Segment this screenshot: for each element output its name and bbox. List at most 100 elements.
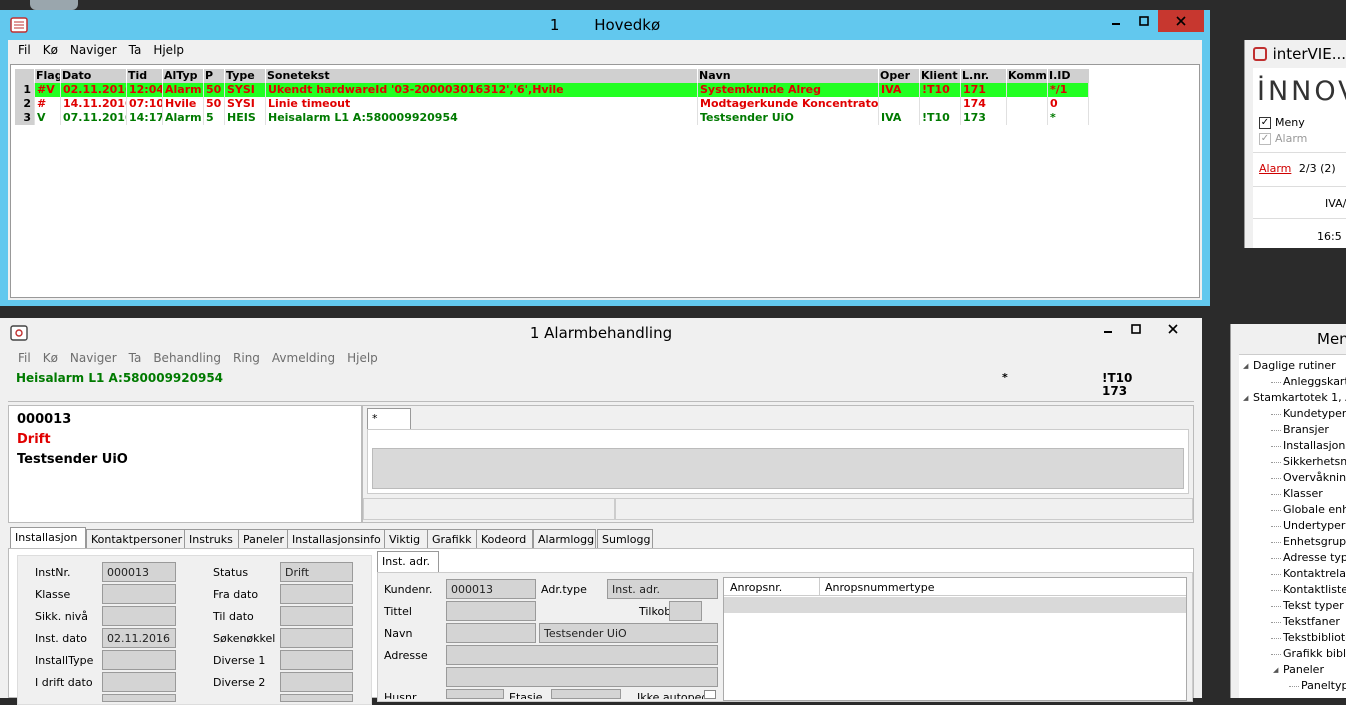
tree-item[interactable]: Enhetsgruppe <box>1271 535 1346 548</box>
field-installtype[interactable] <box>102 650 176 670</box>
expand-triangle-icon[interactable]: ◢ <box>1243 362 1248 370</box>
tab-inst-adr[interactable]: Inst. adr. <box>377 551 439 572</box>
tab-installasjon[interactable]: Installasjon <box>10 527 86 548</box>
field-i-drift-dato[interactable] <box>102 672 176 692</box>
anrop-grid[interactable]: Anropsnr. Anropsnummertype <box>723 577 1187 701</box>
tree-item[interactable]: Kontaktrelasj <box>1271 567 1346 580</box>
col-iid[interactable]: I.ID <box>1048 69 1089 83</box>
field-extra-left[interactable] <box>102 694 176 702</box>
tree-item[interactable]: Overvåknings <box>1271 471 1346 484</box>
table-row[interactable]: 2 #14.11.2016 07:10 Hvile 50 SYSI Linie timeou… <box>15 97 1089 111</box>
field-til-dato[interactable] <box>280 606 353 626</box>
col-anropsnr[interactable]: Anropsnr. <box>730 581 782 594</box>
field-status[interactable]: Drift <box>280 562 353 582</box>
tree-item[interactable]: ◢ Daglige rutiner <box>1243 359 1336 372</box>
field-tittel[interactable] <box>446 601 536 621</box>
menu-fil[interactable]: Fil <box>12 351 37 365</box>
col-type[interactable]: Type <box>225 69 266 83</box>
field-diverse-1[interactable] <box>280 650 353 670</box>
col-anropsnummertype[interactable]: Anropsnummertype <box>825 581 934 594</box>
tree-item[interactable]: Sikkerhetsniv <box>1271 455 1346 468</box>
tree-item[interactable]: Tekstfaner <box>1271 615 1340 628</box>
col-lnr[interactable]: L.nr. <box>961 69 1007 83</box>
field-navn[interactable]: Testsender UiO <box>539 623 718 643</box>
alarm-minimize-button[interactable] <box>1094 318 1122 340</box>
tree-item[interactable]: ◢ Stamkartotek 1, A <box>1243 391 1346 404</box>
menu-hjelp[interactable]: Hjelp <box>147 43 190 57</box>
tree-item[interactable]: Anleggskarto <box>1271 375 1346 388</box>
tree-item[interactable]: Kontaktliste T <box>1271 583 1346 596</box>
col-navn[interactable]: Navn <box>698 69 879 83</box>
tree-item[interactable]: Klasser <box>1271 487 1323 500</box>
tab-installasjonsinfo[interactable]: Installasjonsinfo <box>287 529 387 548</box>
tree-item[interactable]: Globale enhe <box>1271 503 1346 516</box>
field-adrtype[interactable]: Inst. adr. <box>607 579 718 599</box>
tab-viktig[interactable]: Viktig <box>384 529 428 548</box>
meny-checkbox[interactable]: ✓ <box>1259 116 1271 129</box>
tree-item[interactable]: Grafikk bibliot <box>1271 647 1346 660</box>
field-adresse-1[interactable] <box>446 645 718 665</box>
tab-grafikk[interactable]: Grafikk <box>427 529 477 548</box>
tab-kontaktpersoner[interactable]: Kontaktpersoner <box>86 529 188 548</box>
field-extra-mid[interactable] <box>280 694 353 702</box>
expand-triangle-icon[interactable]: ◢ <box>1273 666 1278 674</box>
tree-item[interactable]: Installasjonst <box>1271 439 1346 452</box>
menu-ring[interactable]: Ring <box>227 351 266 365</box>
menu-ta[interactable]: Ta <box>123 351 148 365</box>
field-inst-dato[interactable]: 02.11.2016 <box>102 628 176 648</box>
tree-item[interactable]: Bransjer <box>1271 423 1329 436</box>
field-navn-first[interactable] <box>446 623 536 643</box>
alarm-link[interactable]: Alarm <box>1259 162 1291 175</box>
menu-hjelp[interactable]: Hjelp <box>341 351 384 365</box>
field-sikk-niva[interactable] <box>102 606 176 626</box>
table-row[interactable]: 1 #V 02.11.2016 12:04 Alarm 50 SYSI Ukendt hard… <box>15 83 1089 97</box>
col-komme[interactable]: Komme <box>1007 69 1048 83</box>
sub-tab-star[interactable]: * <box>367 408 411 429</box>
interview-titlebar[interactable]: interVIE... <box>1245 40 1346 68</box>
field-diverse-2[interactable] <box>280 672 353 692</box>
col-altyp[interactable]: AlTyp <box>163 69 204 83</box>
field-instnr[interactable]: 000013 <box>102 562 176 582</box>
menu-window-title[interactable]: Men <box>1317 330 1346 348</box>
menu-avmelding[interactable]: Avmelding <box>266 351 341 365</box>
menu-ko[interactable]: Kø <box>37 43 64 57</box>
tree-item[interactable]: Undertyper f <box>1271 519 1346 532</box>
tab-alarmlogg[interactable]: Alarmlogg <box>533 529 596 548</box>
tab-sumlogg[interactable]: Sumlogg <box>597 529 653 548</box>
menu-naviger[interactable]: Naviger <box>64 351 123 365</box>
menu-naviger[interactable]: Naviger <box>64 43 123 57</box>
tab-kodeord[interactable]: Kodeord <box>476 529 533 548</box>
col-p[interactable]: P <box>204 69 225 83</box>
menu-fil[interactable]: Fil <box>12 43 37 57</box>
alarm-checkbox[interactable]: ✓ <box>1259 132 1271 145</box>
menu-ko[interactable]: Kø <box>37 351 64 365</box>
tree-item[interactable]: Tekstbibliotek <box>1271 631 1346 644</box>
menu-behandling[interactable]: Behandling <box>147 351 227 365</box>
field-kundenr[interactable]: 000013 <box>446 579 536 599</box>
tab-paneler[interactable]: Paneler <box>238 529 288 548</box>
tree-item[interactable]: Kundetyper <box>1271 407 1346 420</box>
alarm-maximize-button[interactable] <box>1122 318 1150 340</box>
field-sokenokkel[interactable] <box>280 628 353 648</box>
col-tid[interactable]: Tid <box>127 69 163 83</box>
close-button[interactable] <box>1158 10 1204 32</box>
tree-item[interactable]: Paneltype <box>1289 679 1346 692</box>
desktop-icon-fragment[interactable] <box>30 0 78 10</box>
tree-item[interactable]: Tekst typer <box>1271 599 1344 612</box>
field-adresse-2[interactable] <box>446 667 718 687</box>
queue-grid[interactable]: Flag Dato Tid AlTyp P Type Sonetekst Nav… <box>10 64 1200 298</box>
col-oper[interactable]: Oper <box>879 69 920 83</box>
alarm-close-button[interactable] <box>1150 318 1196 340</box>
minimize-button[interactable] <box>1102 10 1130 32</box>
alarm-checkbox-row[interactable]: ✓ Alarm <box>1259 132 1307 145</box>
tab-instruks[interactable]: Instruks <box>184 529 242 548</box>
field-klasse[interactable] <box>102 584 176 604</box>
expand-triangle-icon[interactable]: ◢ <box>1243 394 1248 402</box>
field-fra-dato[interactable] <box>280 584 353 604</box>
col-sonetekst[interactable]: Sonetekst <box>266 69 698 83</box>
maximize-button[interactable] <box>1130 10 1158 32</box>
menu-ta[interactable]: Ta <box>123 43 148 57</box>
queue-titlebar[interactable]: 1 Hovedkø <box>0 10 1210 40</box>
tree-item[interactable]: Adresse type <box>1271 551 1346 564</box>
field-tilkob[interactable] <box>669 601 702 621</box>
